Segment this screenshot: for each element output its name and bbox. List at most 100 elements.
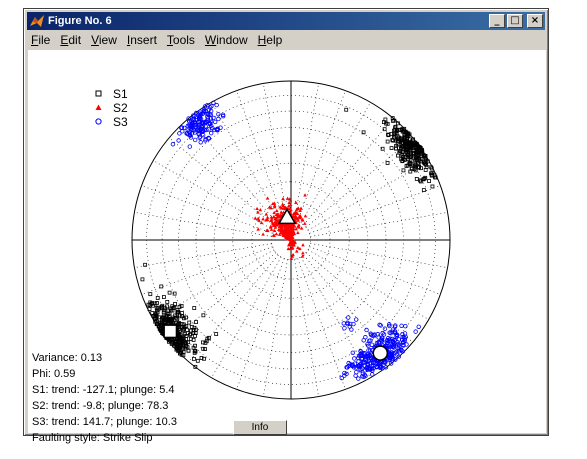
maximize-button[interactable]: □ [507,14,523,28]
s3-point [177,131,182,136]
figure-window: Figure No. 6 _ □ × File Edit View Insert… [23,8,549,444]
menu-view[interactable]: View [87,33,123,47]
grid-line [309,185,441,234]
s2-result-text: S2: trend: -9.8; plunge: 78.3 [32,400,169,412]
grid-line [305,137,413,228]
menu-window[interactable]: Window [201,33,254,47]
s1-point [389,146,394,151]
s3-point [370,372,375,377]
s2-point [303,214,308,218]
s3-point [198,140,203,145]
s3-point [209,130,214,136]
s3-point [353,373,358,378]
s1-point [421,188,426,193]
maximize-icon: □ [510,15,520,26]
s1-point [177,305,182,309]
s2-point [299,206,303,210]
grid-line [188,118,279,226]
s1-point [140,277,145,282]
menu-insert[interactable]: Insert [123,33,163,47]
s2-point [261,217,265,221]
s1-point [161,295,166,299]
grid-line [211,256,282,378]
grid-line [297,258,346,390]
minimize-button[interactable]: _ [489,14,505,28]
legend-entry-s2: S2 [93,101,128,115]
s3-point [361,338,366,343]
s1-point [165,300,170,304]
window-title: Figure No. 6 [48,15,112,27]
s2-point [255,206,259,211]
grid-line [305,252,413,343]
s2-point [294,249,299,253]
close-icon: × [530,15,540,26]
grid-line [263,259,288,397]
plot-area: S1 S2 S3 Variance: 0.13 Phi: 0.59 S1: tr… [28,50,546,444]
s2-point [296,230,300,235]
s1-point [361,130,366,135]
menu-bar: File Edit View Insert Tools Window Help [27,31,545,49]
s3-point [170,142,176,147]
s2-point [264,212,269,216]
matlab-logo-icon [30,15,44,27]
s3-point [413,329,418,334]
close-button[interactable]: × [527,14,543,28]
s1-point [195,358,200,363]
s1-point [186,348,191,353]
legend: S1 S2 S3 [93,87,128,129]
data-points [140,100,438,381]
s2-point [275,208,279,213]
s1-point [191,356,196,361]
minimize-icon: _ [494,15,500,26]
s2-point [272,228,277,233]
menu-help[interactable]: Help [254,33,289,47]
menu-file[interactable]: File [27,33,56,47]
s2-point [274,232,279,236]
grid-line [310,243,448,268]
s2-point [299,226,304,230]
s2-point [302,221,307,225]
s2-point [301,243,305,247]
circle-marker-icon [95,118,102,125]
grid-line [134,243,272,268]
s2-point [269,215,274,219]
s3-point [382,326,388,331]
grid-line [236,90,285,222]
s1-point [427,179,431,183]
grid-line [188,254,279,362]
s3-point [216,116,221,122]
s1-result-text: S1: trend: -127.1; plunge: 5.4 [32,384,175,396]
info-button[interactable]: Info [233,420,287,435]
s1-point [185,328,190,333]
s3-point [356,376,361,381]
s3-point [192,137,198,143]
s3-point [342,326,347,331]
legend-label-s1: S1 [113,87,128,101]
menu-edit[interactable]: Edit [56,33,87,47]
s3-point [364,327,369,333]
s1-point [214,332,219,336]
s1-point [148,292,153,297]
s3-point [416,324,421,329]
grid-line [263,83,288,221]
s1-point [159,284,164,289]
s1-best-fit-marker [163,324,177,338]
s1-point [380,146,385,151]
s3-point [346,315,351,320]
grid-line [211,102,282,224]
s3-point [354,369,359,375]
s3-point [216,112,221,117]
title-bar[interactable]: Figure No. 6 _ □ × [27,12,545,30]
s2-point [253,216,258,220]
s2-point [303,193,307,197]
grid-line [141,185,273,234]
menu-tools[interactable]: Tools [163,33,201,47]
legend-entry-s1: S1 [93,87,128,101]
legend-label-s3: S3 [113,115,128,129]
faulting-style-text: Faulting style: Strike Slip [32,432,153,444]
grid-line [169,137,277,228]
grid-line [307,249,429,320]
s3-point [214,102,219,108]
s3-point [176,138,181,143]
grid-line [141,246,273,295]
